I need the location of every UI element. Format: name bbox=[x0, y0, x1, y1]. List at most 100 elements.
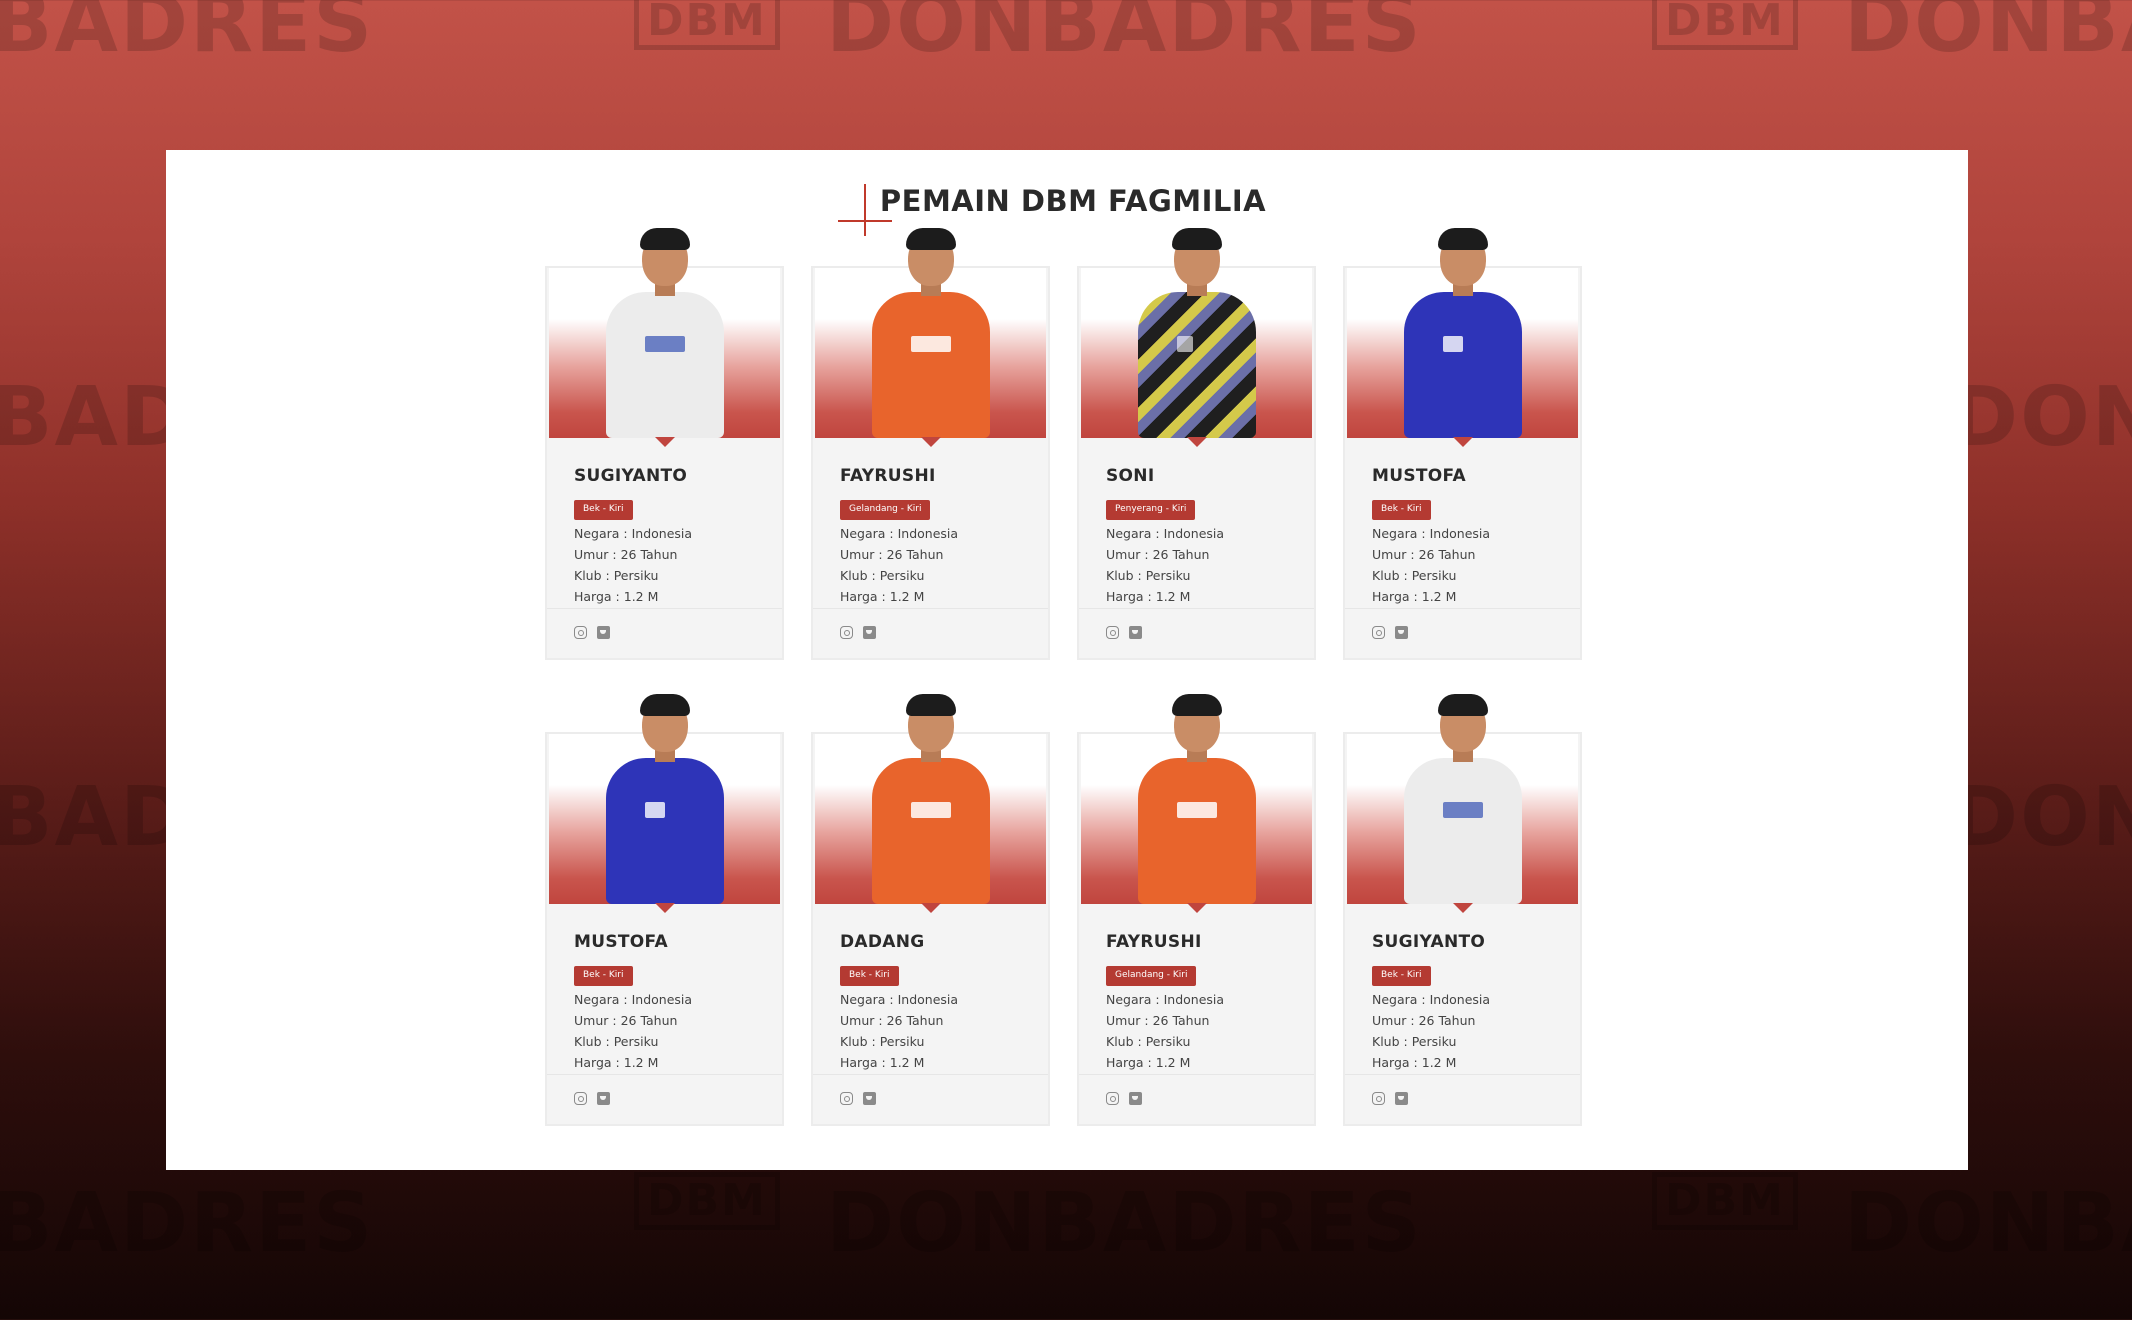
watermark-logo-text: DBM bbox=[647, 1175, 767, 1226]
card-divider bbox=[547, 1074, 782, 1075]
instagram-icon[interactable] bbox=[574, 1092, 587, 1105]
watermark-logo-text: DBM bbox=[1665, 1175, 1785, 1226]
position-badge: Penyerang - Kiri bbox=[1106, 500, 1196, 520]
player-photo bbox=[549, 694, 780, 913]
twitter-icon[interactable] bbox=[1129, 626, 1142, 639]
player-name[interactable]: FAYRUSHI bbox=[840, 466, 1036, 486]
price-label: Harga : bbox=[840, 589, 886, 604]
age-label: Umur : bbox=[840, 1013, 883, 1028]
position-badge: Bek - Kiri bbox=[840, 966, 899, 986]
twitter-icon[interactable] bbox=[1129, 1092, 1142, 1105]
club-label: Klub : bbox=[840, 568, 876, 583]
club-value: Persiku bbox=[1145, 1034, 1191, 1049]
age-value: 26 Tahun bbox=[1152, 547, 1210, 562]
player-info: FAYRUSHI Gelandang - Kiri Negara : Indon… bbox=[1106, 932, 1302, 1070]
player-name[interactable]: MUSTOFA bbox=[1372, 466, 1568, 486]
player-card[interactable]: FAYRUSHI Gelandang - Kiri Negara : Indon… bbox=[1077, 694, 1316, 1126]
title-decoration bbox=[863, 184, 866, 236]
instagram-icon[interactable] bbox=[1372, 1092, 1385, 1105]
player-country: Negara : Indonesia bbox=[574, 526, 770, 541]
watermark-text: DONBADRES bbox=[826, 0, 1423, 71]
social-links bbox=[1106, 626, 1142, 639]
player-name[interactable]: SONI bbox=[1106, 466, 1302, 486]
twitter-icon[interactable] bbox=[1395, 1092, 1408, 1105]
player-age: Umur : 26 Tahun bbox=[1372, 547, 1568, 562]
club-label: Klub : bbox=[574, 568, 610, 583]
player-price: Harga : 1.2 M bbox=[574, 589, 770, 604]
player-country: Negara : Indonesia bbox=[574, 992, 770, 1007]
jersey-sponsor bbox=[1176, 802, 1217, 818]
age-value: 26 Tahun bbox=[620, 547, 678, 562]
country-label: Negara : bbox=[574, 992, 628, 1007]
instagram-icon[interactable] bbox=[1106, 626, 1119, 639]
player-hair bbox=[1437, 694, 1488, 716]
twitter-icon[interactable] bbox=[863, 1092, 876, 1105]
country-label: Negara : bbox=[574, 526, 628, 541]
age-value: 26 Tahun bbox=[886, 547, 944, 562]
jersey-sponsor bbox=[910, 336, 951, 352]
twitter-icon[interactable] bbox=[597, 1092, 610, 1105]
instagram-icon[interactable] bbox=[574, 626, 587, 639]
player-info: SUGIYANTO Bek - Kiri Negara : Indonesia … bbox=[574, 466, 770, 604]
position-badge: Bek - Kiri bbox=[574, 966, 633, 986]
age-label: Umur : bbox=[1106, 547, 1149, 562]
card-divider bbox=[1079, 1074, 1314, 1075]
position-badge: Bek - Kiri bbox=[1372, 500, 1431, 520]
player-photo bbox=[815, 694, 1046, 913]
card-divider bbox=[813, 1074, 1048, 1075]
card-divider bbox=[547, 608, 782, 609]
player-hair bbox=[905, 694, 956, 716]
player-card[interactable]: SUGIYANTO Bek - Kiri Negara : Indonesia … bbox=[1343, 694, 1582, 1126]
player-name[interactable]: MUSTOFA bbox=[574, 932, 770, 952]
country-label: Negara : bbox=[1106, 526, 1160, 541]
player-club: Klub : Persiku bbox=[840, 1034, 1036, 1049]
instagram-icon[interactable] bbox=[840, 1092, 853, 1105]
instagram-icon[interactable] bbox=[1372, 626, 1385, 639]
photo-pointer bbox=[920, 903, 941, 913]
photo-pointer bbox=[654, 437, 675, 447]
player-country: Negara : Indonesia bbox=[840, 992, 1036, 1007]
country-value: Indonesia bbox=[631, 526, 693, 541]
player-hair bbox=[905, 228, 956, 250]
player-club: Klub : Persiku bbox=[574, 1034, 770, 1049]
player-age: Umur : 26 Tahun bbox=[574, 547, 770, 562]
photo-pointer bbox=[1186, 903, 1207, 913]
player-price: Harga : 1.2 M bbox=[574, 1055, 770, 1070]
player-price: Harga : 1.2 M bbox=[1106, 589, 1302, 604]
player-name[interactable]: DADANG bbox=[840, 932, 1036, 952]
age-value: 26 Tahun bbox=[886, 1013, 944, 1028]
country-value: Indonesia bbox=[631, 992, 693, 1007]
player-hair bbox=[639, 228, 690, 250]
player-card[interactable]: SONI Penyerang - Kiri Negara : Indonesia… bbox=[1077, 228, 1316, 660]
instagram-icon[interactable] bbox=[840, 626, 853, 639]
player-name[interactable]: SUGIYANTO bbox=[574, 466, 770, 486]
jersey-sponsor bbox=[644, 336, 685, 352]
club-value: Persiku bbox=[879, 568, 925, 583]
player-card[interactable]: SUGIYANTO Bek - Kiri Negara : Indonesia … bbox=[545, 228, 784, 660]
player-club: Klub : Persiku bbox=[1372, 568, 1568, 583]
twitter-icon[interactable] bbox=[597, 626, 610, 639]
jersey-sponsor bbox=[1442, 802, 1483, 818]
player-figure bbox=[605, 694, 724, 904]
twitter-icon[interactable] bbox=[1395, 626, 1408, 639]
price-label: Harga : bbox=[1106, 589, 1152, 604]
price-value: 1.2 M bbox=[1421, 1055, 1457, 1070]
player-photo bbox=[1347, 228, 1578, 447]
player-card[interactable]: DADANG Bek - Kiri Negara : Indonesia Umu… bbox=[811, 694, 1050, 1126]
instagram-icon[interactable] bbox=[1106, 1092, 1119, 1105]
player-card[interactable]: FAYRUSHI Gelandang - Kiri Negara : Indon… bbox=[811, 228, 1050, 660]
player-card[interactable]: MUSTOFA Bek - Kiri Negara : Indonesia Um… bbox=[545, 694, 784, 1126]
player-card[interactable]: MUSTOFA Bek - Kiri Negara : Indonesia Um… bbox=[1343, 228, 1582, 660]
player-name[interactable]: SUGIYANTO bbox=[1372, 932, 1568, 952]
player-figure bbox=[1137, 694, 1256, 904]
twitter-icon[interactable] bbox=[863, 626, 876, 639]
social-links bbox=[1106, 1092, 1142, 1105]
player-photo bbox=[549, 228, 780, 447]
player-name[interactable]: FAYRUSHI bbox=[1106, 932, 1302, 952]
jersey-sponsor bbox=[1176, 336, 1193, 352]
club-label: Klub : bbox=[840, 1034, 876, 1049]
player-info: MUSTOFA Bek - Kiri Negara : Indonesia Um… bbox=[1372, 466, 1568, 604]
country-value: Indonesia bbox=[1429, 992, 1491, 1007]
player-figure bbox=[1137, 228, 1256, 438]
age-label: Umur : bbox=[1106, 1013, 1149, 1028]
